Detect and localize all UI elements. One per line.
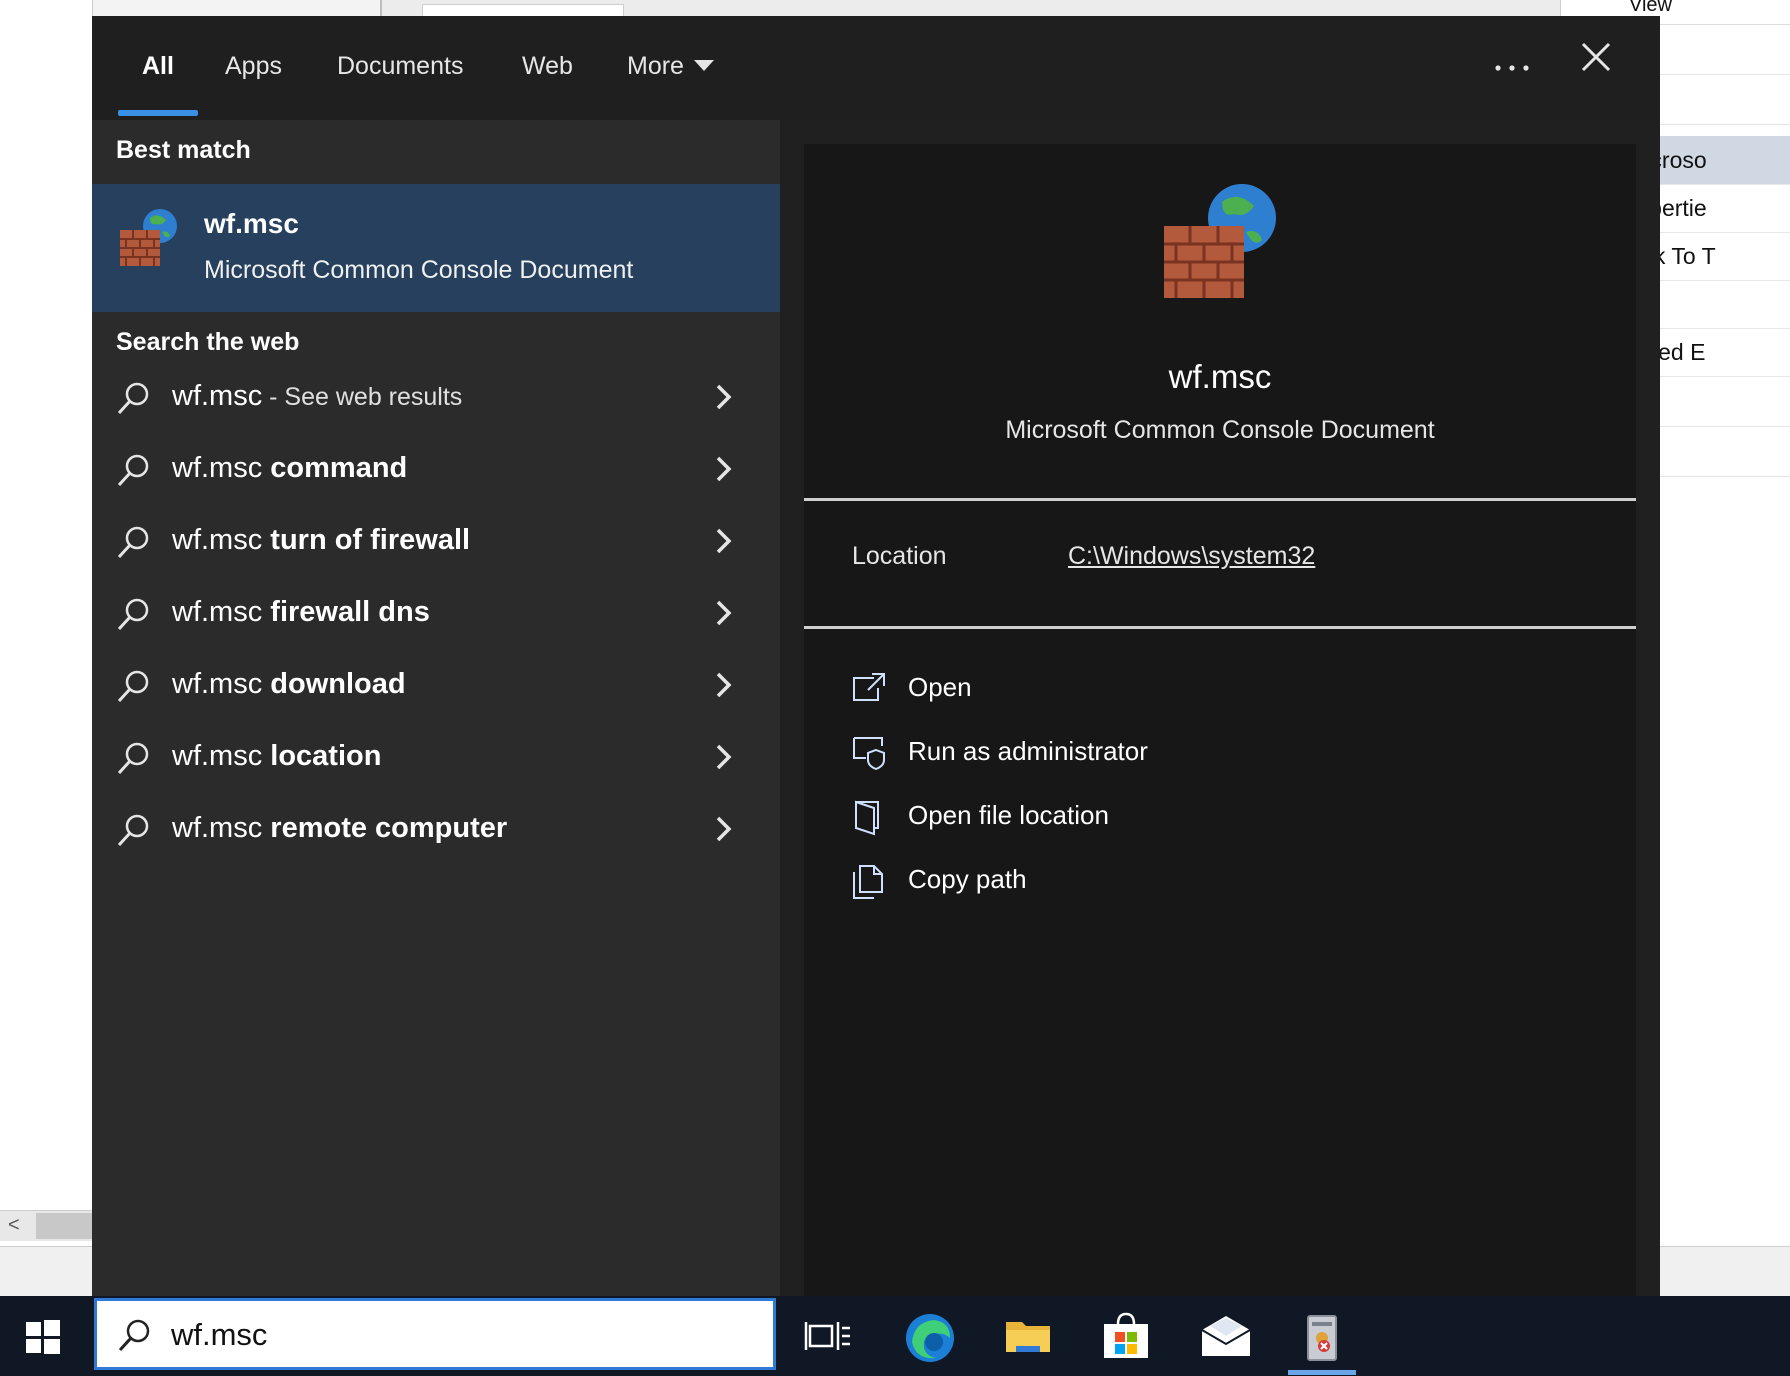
action-open-file-location[interactable]: Open file location [852,794,1352,844]
edge-button[interactable] [880,1296,976,1376]
task-view-icon [804,1312,852,1360]
chevron-right-icon[interactable] [712,598,736,633]
scroll-left-arrow-icon[interactable]: < [8,1214,20,1237]
location-label: Location [852,542,947,570]
chevron-right-icon[interactable] [712,814,736,849]
taskbar-search-box[interactable] [94,1298,776,1370]
copy-path-icon [852,864,884,905]
task-view-button[interactable] [780,1296,876,1376]
action-open[interactable]: Open [852,666,1352,716]
search-input[interactable] [171,1311,731,1359]
search-icon [116,812,152,853]
search-tabs-bar: All Apps Documents Web More [92,16,1660,120]
search-icon [116,380,152,421]
web-suggestion-query: wf.msc [172,452,271,484]
search-icon [117,1317,153,1358]
action-label: Open file location [908,800,1109,830]
background-window-left: < [0,0,93,1297]
web-suggestion-suffix: - See web results [262,383,463,411]
web-suggestion-query: wf.msc [172,596,271,628]
web-suggestion-completion: firewall dns [270,596,430,628]
preview-app-type: Microsoft Common Console Document [1005,416,1435,444]
best-match-heading: Best match [116,136,251,164]
action-label: Run as administrator [908,736,1148,766]
background-window-top [380,0,1562,17]
web-suggestion-completion: remote computer [270,812,508,844]
web-suggestion-item[interactable]: wf.msc download [92,654,780,718]
divider [804,626,1636,629]
web-suggestion-query: wf.msc [172,524,271,556]
chevron-right-icon[interactable] [712,670,736,705]
tab-more[interactable]: More [627,16,714,120]
chevron-down-icon [693,59,714,71]
store-button[interactable] [1078,1296,1174,1376]
best-match-name: wf.msc [204,208,299,239]
web-suggestion-completion: location [270,740,382,772]
store-icon [1102,1312,1150,1360]
firewall-globe-icon [1156,180,1284,313]
web-suggestion-completion: download [270,668,406,700]
action-label: Copy path [908,864,1027,894]
web-suggestion-item[interactable]: wf.msc turn of firewall [92,510,780,574]
close-icon[interactable] [1566,40,1626,96]
run-as-admin-icon [852,736,888,775]
folder-icon [1004,1312,1052,1360]
action-run-as-administrator[interactable]: Run as administrator [852,730,1352,780]
search-results-list: Best match wf.msc Microsoft Common Conso… [92,120,780,1296]
taskbar [0,1296,1790,1376]
tab-apps[interactable]: Apps [225,16,282,120]
web-suggestion-completion: turn of firewall [270,524,471,556]
start-button[interactable] [0,1296,88,1376]
web-suggestion-query: wf.msc [172,812,271,844]
tab-web[interactable]: Web [522,16,573,120]
web-suggestion-query: wf.msc [172,668,271,700]
web-suggestion-query: wf.msc [172,380,263,412]
tab-documents[interactable]: Documents [337,16,463,120]
tab-all[interactable]: All [142,16,174,120]
mail-icon [1200,1312,1251,1360]
location-link[interactable]: C:\Windows\system32 [1068,542,1315,571]
web-suggestion-item[interactable]: wf.msc remote computer [92,798,780,862]
scrollbar-thumb[interactable] [36,1213,92,1239]
chevron-right-icon[interactable] [712,526,736,561]
edge-icon [904,1312,954,1362]
open-file-location-icon [852,800,882,841]
web-suggestion-completion: command [270,452,408,484]
web-suggestion-item[interactable]: wf.msc location [92,726,780,790]
chevron-right-icon[interactable] [712,382,736,417]
action-label: Open [908,672,972,702]
chevron-right-icon[interactable] [712,742,736,777]
running-indicator [1288,1370,1356,1375]
best-match-result[interactable]: wf.msc Microsoft Common Console Document [92,184,780,312]
firewall-globe-icon [116,206,182,277]
preview-app-name: wf.msc [1168,358,1272,395]
chevron-right-icon[interactable] [712,454,736,489]
divider [804,498,1636,501]
search-icon [116,596,152,637]
web-suggestion-item[interactable]: wf.msc firewall dns [92,582,780,646]
windows-logo-icon [26,1320,60,1359]
web-suggestion-item[interactable]: wf.msc command [92,438,780,502]
result-preview-pane: wf.msc Microsoft Common Console Document… [804,144,1636,1296]
firewall-app-icon [1298,1312,1346,1361]
active-tab-indicator [118,110,198,116]
mail-button[interactable] [1176,1296,1272,1376]
horizontal-scrollbar[interactable]: < [0,1210,92,1241]
open-external-icon [852,672,886,707]
firewall-app-button[interactable] [1274,1296,1370,1376]
file-explorer-button[interactable] [980,1296,1076,1376]
ellipsis-icon[interactable] [1482,40,1542,96]
best-match-type: Microsoft Common Console Document [204,256,634,284]
search-icon [116,668,152,709]
search-web-heading: Search the web [116,328,300,356]
windows-search-panel: All Apps Documents Web More Best match w… [92,16,1660,1296]
web-suggestion-query: wf.msc [172,740,271,772]
search-icon [116,740,152,781]
search-icon [116,524,152,565]
action-copy-path[interactable]: Copy path [852,858,1352,908]
status-bar [0,1246,92,1297]
web-suggestion-item[interactable]: wf.msc - See web results [92,366,780,430]
search-icon [116,452,152,493]
